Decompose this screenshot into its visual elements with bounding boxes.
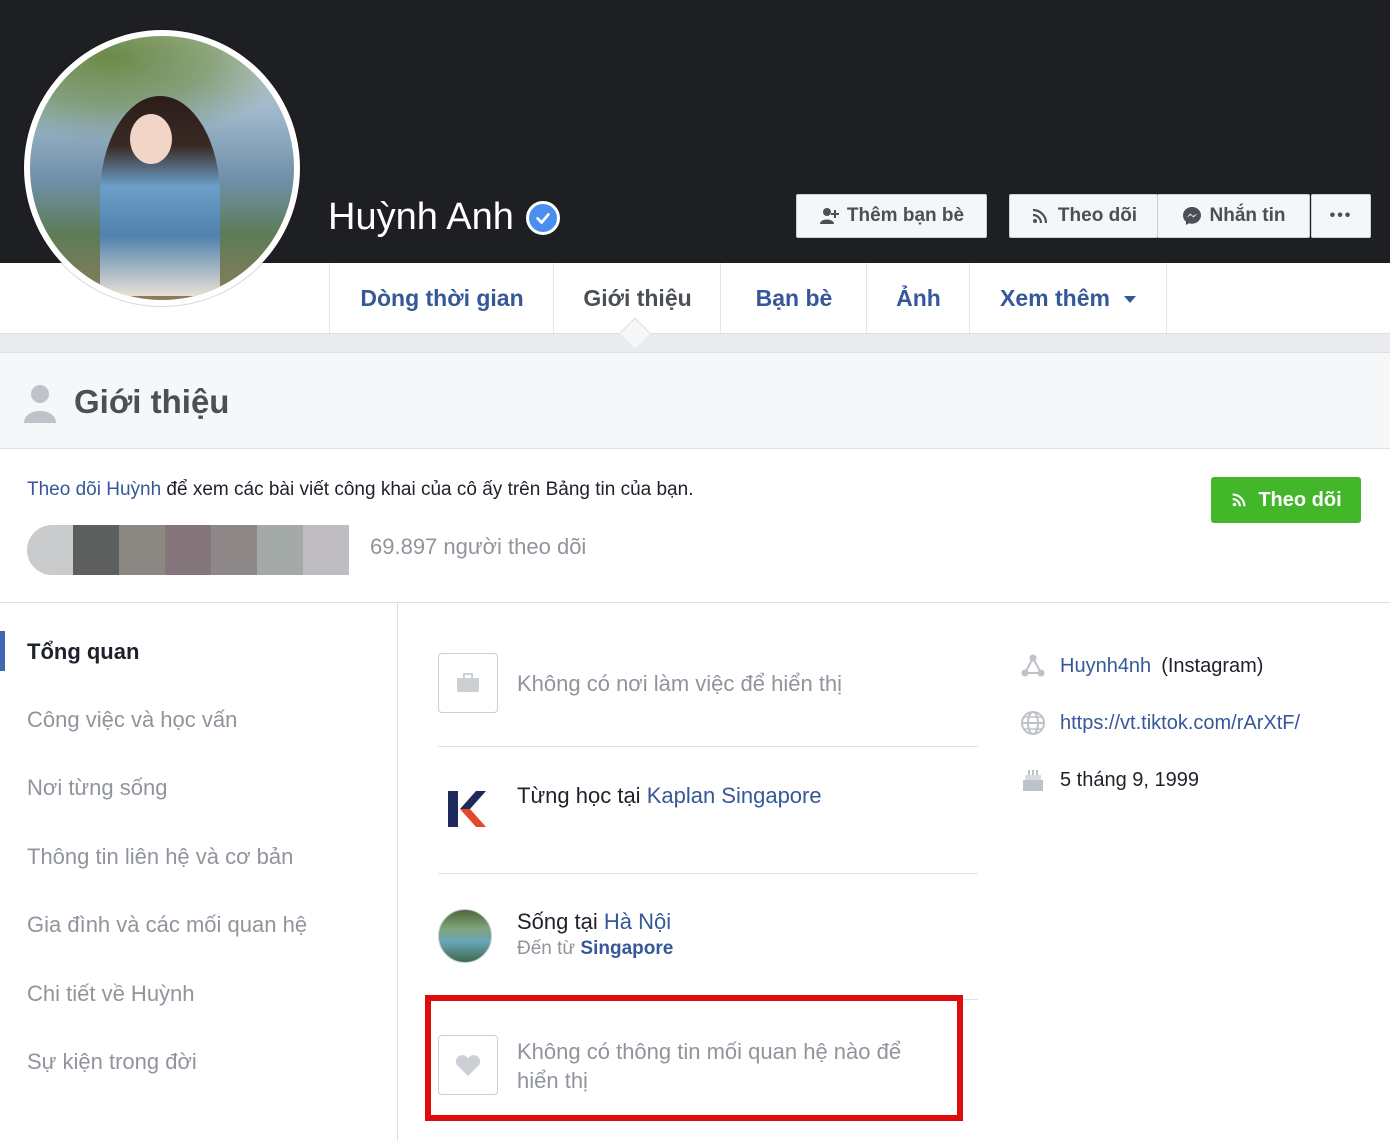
follow-cover-button[interactable]: Theo dõi — [1009, 194, 1158, 238]
sidebar-item-life-events[interactable]: Sự kiện trong đời — [27, 1049, 197, 1075]
hometown-link[interactable]: Singapore — [580, 938, 673, 959]
column-divider — [397, 603, 398, 1141]
tab-photos[interactable]: Ảnh — [866, 263, 970, 333]
person-icon — [24, 385, 56, 423]
row-divider — [438, 999, 978, 1000]
profile-name-text[interactable]: Huỳnh Anh — [328, 196, 514, 239]
tab-more[interactable]: Xem thêm — [969, 263, 1167, 333]
follow-button[interactable]: Theo dõi — [1211, 477, 1361, 523]
section-divider — [0, 602, 1390, 603]
kaplan-logo[interactable] — [446, 789, 490, 829]
more-options-button[interactable]: ••• — [1311, 194, 1371, 238]
profile-picture[interactable] — [24, 30, 300, 306]
about-title: Giới thiệu — [74, 383, 230, 420]
relationship-text-line-1: Không có thông tin mối quan hệ nào để — [517, 1039, 902, 1064]
relationship-text-line-2: hiển thị — [517, 1068, 588, 1093]
birthday-row: 5 tháng 9, 1999 — [1020, 767, 1199, 793]
add-friend-icon — [819, 208, 839, 224]
work-icon-box[interactable] — [438, 653, 498, 713]
message-button[interactable]: Nhắn tin — [1157, 194, 1310, 238]
lives-text: Sống tại Hà Nội — [517, 909, 671, 935]
education-prefix: Từng học tại — [517, 783, 647, 808]
profile-name[interactable]: Huỳnh Anh — [328, 196, 560, 239]
tab-friends-label: Bạn bè — [755, 284, 833, 311]
education-text: Từng học tại Kaplan Singapore — [517, 783, 822, 809]
verified-badge-icon — [525, 200, 560, 235]
add-friend-button[interactable]: Thêm bạn bè — [796, 194, 987, 238]
sidebar-active-indicator — [0, 631, 5, 671]
row-divider — [438, 746, 978, 747]
sidebar-item-overview[interactable]: Tổng quan — [27, 639, 139, 665]
about-header: Giới thiệu — [0, 353, 1390, 449]
education-school-link[interactable]: Kaplan Singapore — [647, 783, 822, 808]
sidebar-item-details[interactable]: Chi tiết về Huỳnh — [27, 981, 195, 1007]
social-link-icon — [1021, 654, 1045, 677]
website-link[interactable]: https://vt.tiktok.com/rArXtF/ — [1060, 712, 1300, 735]
hometown-text: Đến từ Singapore — [517, 938, 673, 960]
follow-button-label: Theo dõi — [1258, 488, 1342, 511]
tab-photos-label: Ảnh — [896, 284, 941, 311]
globe-icon — [1021, 711, 1045, 735]
more-options-icon: ••• — [1329, 207, 1353, 224]
lives-city-link[interactable]: Hà Nội — [604, 909, 671, 934]
website-row: https://vt.tiktok.com/rArXtF/ — [1020, 710, 1300, 736]
lives-prefix: Sống tại — [517, 909, 604, 934]
row-divider — [438, 873, 978, 874]
instagram-label: (Instagram) — [1161, 654, 1264, 677]
tab-timeline[interactable]: Dòng thời gian — [329, 263, 554, 333]
follower-avatars[interactable] — [27, 525, 349, 575]
instagram-row: Huynh4nh (Instagram) — [1020, 653, 1263, 679]
birthday-text: 5 tháng 9, 1999 — [1060, 768, 1200, 791]
hometown-prefix: Đến từ — [517, 938, 581, 959]
tab-more-label: Xem thêm — [1000, 284, 1110, 311]
tab-timeline-label: Dòng thời gian — [360, 284, 524, 311]
birthday-cake-icon — [1023, 770, 1043, 791]
city-thumbnail[interactable] — [438, 909, 492, 963]
tab-friends[interactable]: Bạn bè — [720, 263, 867, 333]
follow-prompt-link[interactable]: Theo dõi Huỳnh — [27, 479, 161, 500]
sidebar-item-work-education[interactable]: Công việc và học vấn — [27, 707, 237, 733]
sidebar-item-places-lived[interactable]: Nơi từng sống — [27, 775, 167, 801]
follower-count[interactable]: 69.897 người theo dõi — [370, 534, 586, 560]
sidebar-item-contact-info[interactable]: Thông tin liên hệ và cơ bản — [27, 844, 293, 870]
messenger-icon — [1182, 207, 1201, 225]
relationship-empty-text: Không có thông tin mối quan hệ nào để hi… — [517, 1037, 901, 1095]
rss-icon — [1032, 208, 1048, 224]
add-friend-label: Thêm bạn bè — [846, 205, 965, 226]
relationship-icon-box[interactable] — [438, 1035, 498, 1095]
follow-prompt: Theo dõi Huỳnh để xem các bài viết công … — [27, 479, 693, 501]
follow-cover-label: Theo dõi — [1057, 205, 1138, 226]
about-card: Giới thiệu Theo dõi Huỳnh để xem các bài… — [0, 352, 1390, 1141]
heart-icon — [455, 1055, 481, 1076]
caret-down-icon — [1123, 295, 1136, 303]
work-empty-text: Không có nơi làm việc để hiển thị — [517, 671, 843, 696]
tab-about-label: Giới thiệu — [583, 284, 692, 311]
briefcase-icon — [457, 673, 479, 692]
follow-prompt-text: để xem các bài viết công khai của cô ấy … — [161, 479, 694, 500]
sidebar-item-family-relationships[interactable]: Gia đình và các mối quan hệ — [27, 912, 307, 938]
instagram-link[interactable]: Huynh4nh — [1060, 655, 1151, 678]
rss-icon — [1232, 493, 1246, 507]
message-label: Nhắn tin — [1209, 205, 1286, 226]
